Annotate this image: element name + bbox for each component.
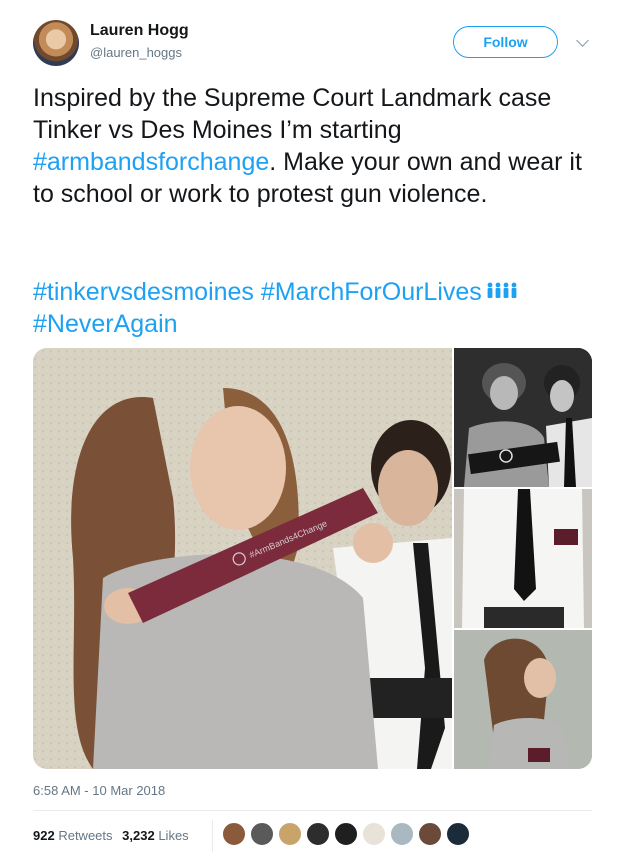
media-grid: #ArmBands4Change xyxy=(33,348,592,769)
photo-girl-profile-image xyxy=(454,630,592,769)
photo-boy-armband[interactable] xyxy=(454,489,592,628)
tweet: Lauren Hogg @lauren_hoggs Follow Inspire… xyxy=(0,0,618,860)
tweet-timestamp[interactable]: 6:58 AM - 10 Mar 2018 xyxy=(33,783,165,798)
tweet-text: Inspired by the Supreme Court Landmark c… xyxy=(33,82,593,210)
retweets-label: Retweets xyxy=(58,828,113,843)
likes-stat[interactable]: 3,232 Likes xyxy=(122,828,189,843)
tweet-stats: 922 Retweets 3,232 Likes xyxy=(33,828,195,843)
divider xyxy=(33,810,592,811)
photo-boy-armband-image xyxy=(454,489,592,628)
likes-count: 3,232 xyxy=(122,828,155,843)
liker-avatar[interactable] xyxy=(278,822,302,846)
liker-avatars xyxy=(222,822,474,850)
hashtag-neveragain[interactable]: #NeverAgain xyxy=(33,310,178,338)
user-handle[interactable]: @lauren_hoggs xyxy=(90,45,182,60)
photo-tinker-archive-image xyxy=(454,348,592,487)
likes-label: Likes xyxy=(158,828,189,843)
liker-avatar[interactable] xyxy=(362,822,386,846)
hashtag-armbandsforchange[interactable]: #armbandsforchange xyxy=(33,148,269,176)
family-emoji-icon xyxy=(487,282,517,299)
liker-avatar[interactable] xyxy=(250,822,274,846)
photo-tinker-archive[interactable] xyxy=(454,348,592,487)
hashtag-line: #tinkervsdesmoines #MarchForOurLives xyxy=(33,276,593,308)
liker-avatar[interactable] xyxy=(334,822,358,846)
photo-girl-profile[interactable] xyxy=(454,630,592,769)
retweets-count: 922 xyxy=(33,828,55,843)
liker-avatar[interactable] xyxy=(418,822,442,846)
photo-main[interactable]: #ArmBands4Change xyxy=(33,348,452,769)
hashtag-marchforourlives[interactable]: #MarchForOurLives xyxy=(261,278,482,306)
retweets-stat[interactable]: 922 Retweets xyxy=(33,828,113,843)
liker-avatar[interactable] xyxy=(390,822,414,846)
hashtag-tinkervsdesmoines[interactable]: #tinkervsdesmoines xyxy=(33,278,254,306)
follow-button[interactable]: Follow xyxy=(453,26,558,58)
photo-main-image: #ArmBands4Change xyxy=(33,348,452,769)
liker-avatar[interactable] xyxy=(222,822,246,846)
tweet-text-part1: Inspired by the Supreme Court Landmark c… xyxy=(33,84,552,144)
user-avatar[interactable] xyxy=(33,20,79,66)
user-name[interactable]: Lauren Hogg xyxy=(90,22,189,40)
caret-down-icon[interactable] xyxy=(576,34,589,47)
hashtag-line-2: #NeverAgain xyxy=(33,308,593,340)
liker-avatar[interactable] xyxy=(306,822,330,846)
stats-separator xyxy=(212,820,213,852)
liker-avatar[interactable] xyxy=(446,822,470,846)
